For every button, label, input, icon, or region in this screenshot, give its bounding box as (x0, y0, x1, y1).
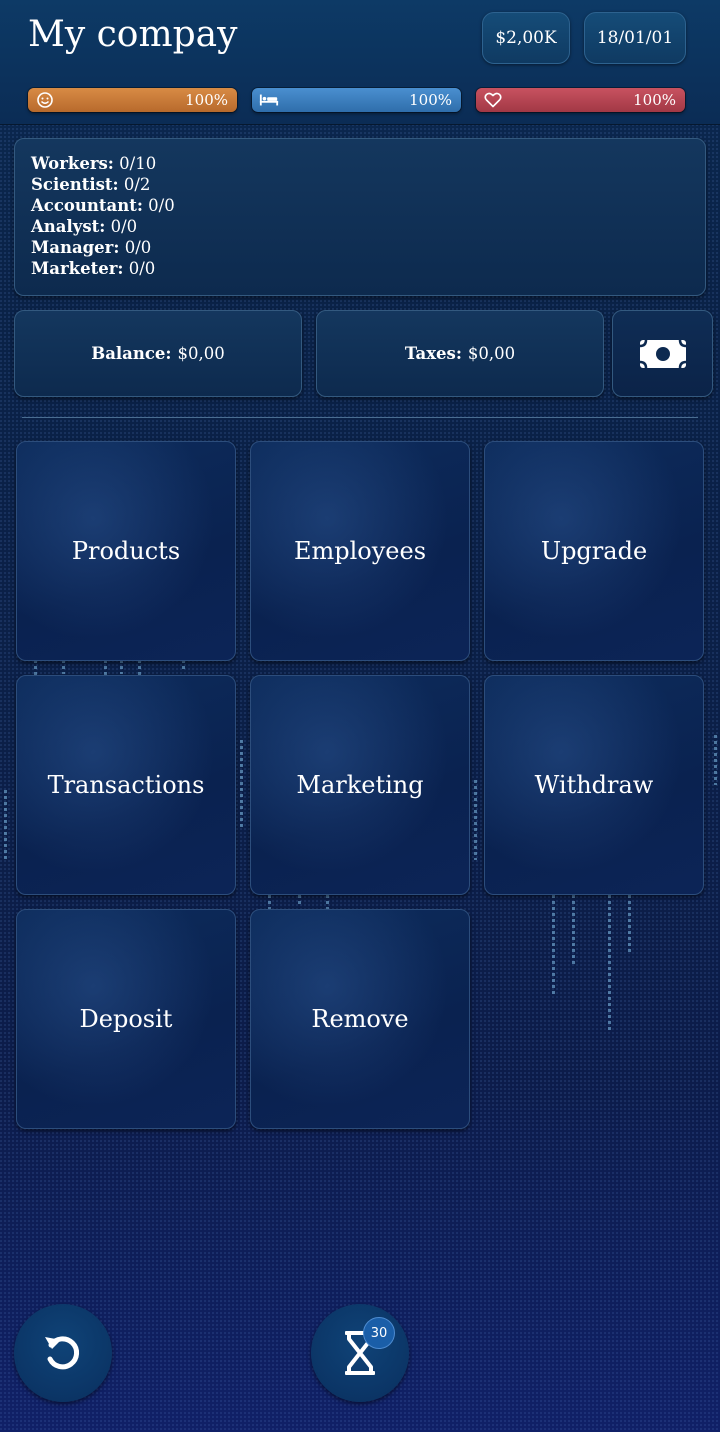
staff-analyst: Analyst: 0/0 (31, 217, 138, 236)
transactions-button[interactable]: Transactions (16, 675, 236, 895)
taxes-value: $0,00 (467, 344, 516, 363)
products-button[interactable]: Products (16, 441, 236, 661)
upgrade-button[interactable]: Upgrade (484, 441, 704, 661)
happiness-bar: 100% (28, 88, 237, 112)
balance-label: Balance: (91, 344, 172, 363)
employees-button[interactable]: Employees (250, 441, 470, 661)
banknote-icon (639, 339, 686, 368)
happiness-value: 100% (185, 91, 228, 109)
top-header: My compay $2,00K 18/01/01 100% 100% 100% (0, 0, 720, 125)
health-value: 100% (633, 91, 676, 109)
marketing-button[interactable]: Marketing (250, 675, 470, 895)
rest-value: 100% (409, 91, 452, 109)
company-name: My compay (28, 14, 238, 55)
staff-marketer: Marketer: 0/0 (31, 259, 156, 278)
staff-accountant: Accountant: 0/0 (31, 196, 175, 215)
cash-button[interactable] (612, 310, 713, 397)
remove-button[interactable]: Remove (250, 909, 470, 1129)
undo-icon (45, 1336, 80, 1370)
rest-bar: 100% (252, 88, 461, 112)
timer-button[interactable] (311, 1304, 409, 1402)
taxes-button[interactable]: Taxes: $0,00 (316, 310, 604, 397)
bed-icon (259, 94, 279, 106)
deposit-button[interactable]: Deposit (16, 909, 236, 1129)
health-bar: 100% (476, 88, 685, 112)
balance-button[interactable]: Balance: $0,00 (14, 310, 302, 397)
staff-workers: Workers: 0/10 (31, 154, 157, 173)
date-button[interactable]: 18/01/01 (584, 12, 686, 64)
taxes-label: Taxes: (404, 344, 462, 363)
undo-button[interactable] (14, 1304, 112, 1402)
heart-icon (484, 92, 502, 108)
timer-badge: 30 (363, 1317, 395, 1349)
withdraw-button[interactable]: Withdraw (484, 675, 704, 895)
section-divider (22, 417, 698, 418)
staff-manager: Manager: 0/0 (31, 238, 152, 257)
staff-scientist: Scientist: 0/2 (31, 175, 151, 194)
balance-value: $0,00 (177, 344, 225, 363)
money-button[interactable]: $2,00K (482, 12, 570, 64)
smile-icon (37, 92, 53, 108)
staff-panel: Workers: 0/10 Scientist: 0/2 Accountant:… (14, 138, 706, 296)
